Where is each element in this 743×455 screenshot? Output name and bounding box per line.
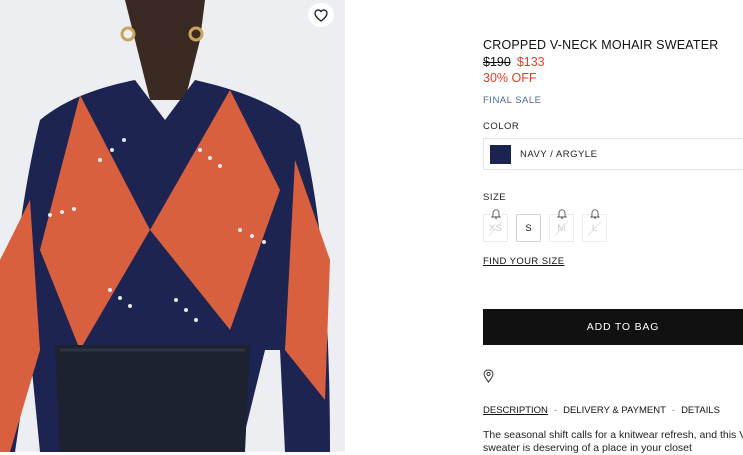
tab-details[interactable]: DETAILS [681, 405, 720, 416]
info-tabs: DESCRIPTION - DELIVERY & PAYMENT - DETAI… [483, 405, 720, 416]
location-pin-icon[interactable] [483, 369, 494, 383]
tab-separator: - [671, 405, 676, 416]
size-m-button[interactable]: M [549, 209, 574, 242]
size-label-l: L [591, 222, 598, 234]
find-your-size-link[interactable]: FIND YOUR SIZE [483, 256, 564, 267]
size-options: XS S M L [483, 209, 607, 242]
color-swatch [490, 144, 511, 164]
description-text: The seasonal shift calls for a knitwear … [483, 429, 743, 454]
selected-color: NAVY / ARGYLE [520, 148, 598, 160]
sweater-photo [0, 0, 345, 452]
final-sale-badge: FINAL SALE [483, 95, 542, 106]
discount-label: 30% OFF [483, 71, 537, 85]
wishlist-button[interactable] [308, 3, 334, 27]
color-label: COLOR [483, 121, 520, 132]
add-to-bag-button[interactable]: ADD TO BAG [483, 309, 743, 345]
original-price: $190 [483, 55, 511, 69]
size-l-button[interactable]: L [582, 209, 607, 242]
price-row: $190 $133 [483, 55, 545, 69]
tab-separator: - [553, 405, 558, 416]
size-label-s: S [525, 222, 532, 234]
color-selector[interactable]: NAVY / ARGYLE [483, 138, 743, 170]
size-xs-button[interactable]: XS [483, 209, 508, 242]
bell-icon[interactable] [490, 208, 501, 219]
size-label-m: M [557, 222, 566, 234]
tab-delivery-payment[interactable]: DELIVERY & PAYMENT [563, 405, 666, 416]
size-label: SIZE [483, 192, 507, 203]
bell-icon[interactable] [556, 208, 567, 219]
heart-icon [314, 8, 328, 22]
product-title: CROPPED V-NECK MOHAIR SWEATER [483, 38, 719, 52]
product-image[interactable] [0, 0, 345, 452]
size-s-button[interactable]: S [516, 214, 541, 242]
tab-description[interactable]: DESCRIPTION [483, 405, 548, 416]
bell-icon[interactable] [589, 208, 600, 219]
sale-price: $133 [516, 55, 545, 69]
size-label-xs: XS [489, 222, 502, 234]
